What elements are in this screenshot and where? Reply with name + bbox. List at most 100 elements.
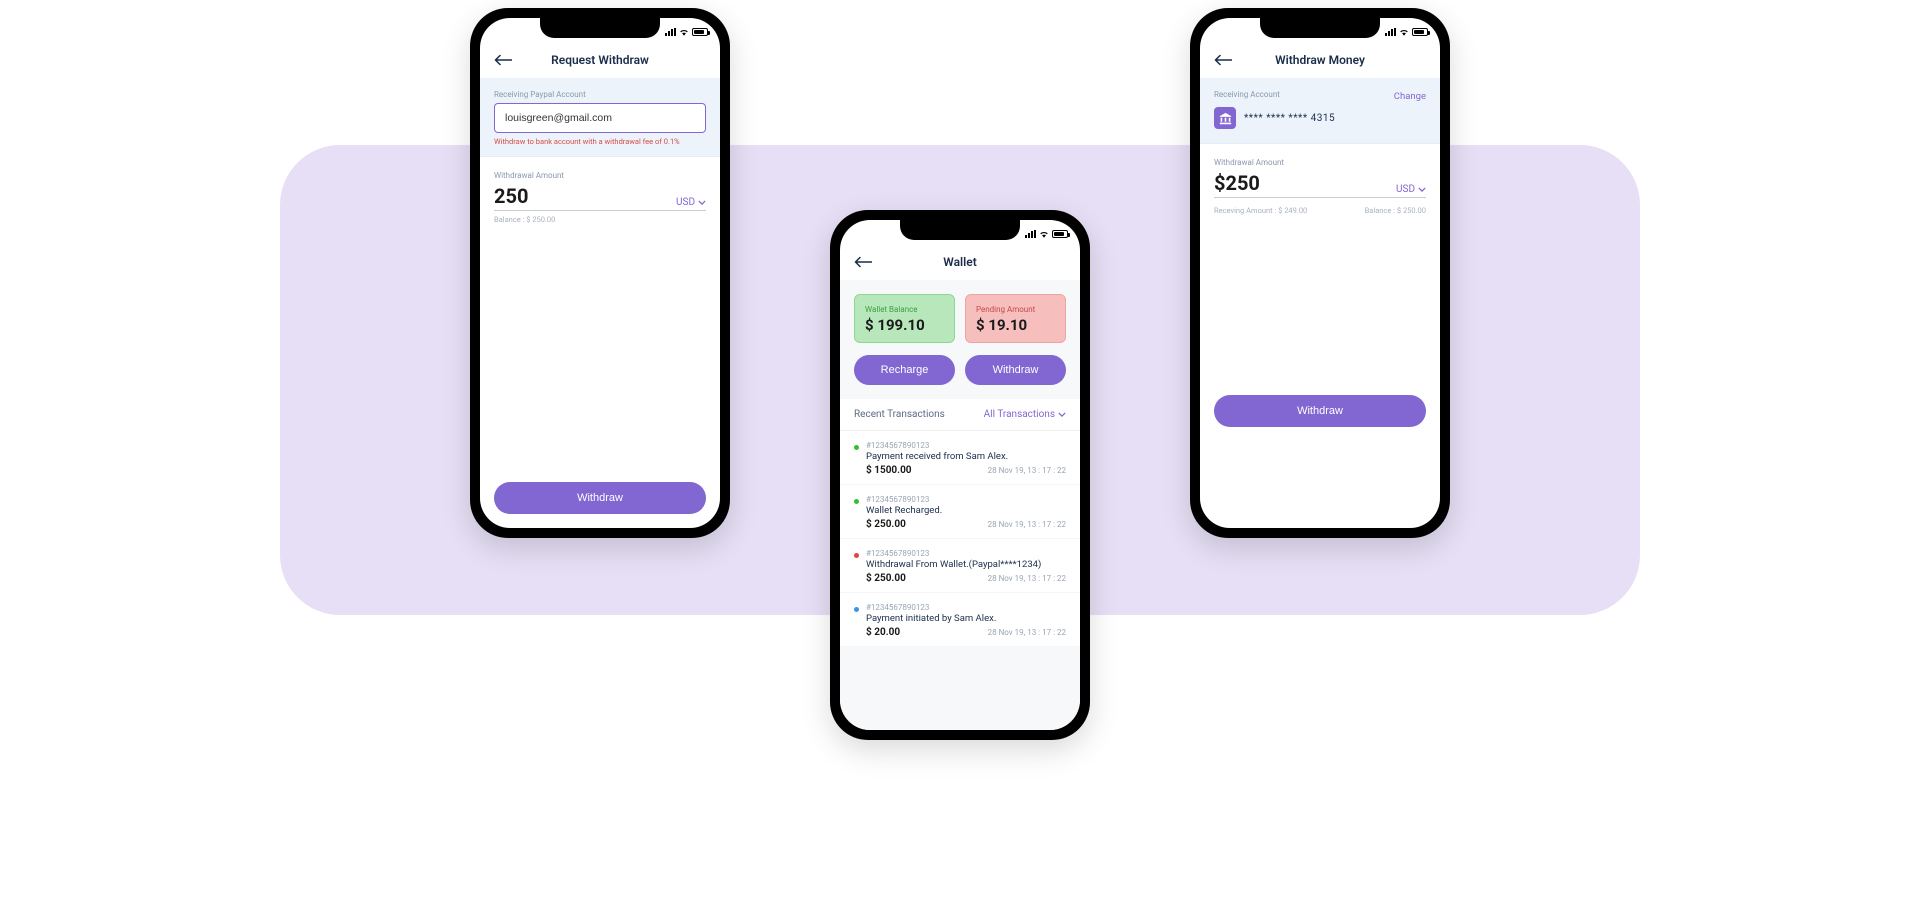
withdraw-button[interactable]: Withdraw bbox=[965, 355, 1066, 385]
amount-label: Withdrawal Amount bbox=[494, 171, 706, 180]
bank-icon bbox=[1214, 107, 1236, 129]
chevron-down-icon bbox=[698, 200, 706, 205]
status-dot bbox=[854, 607, 859, 612]
transaction-desc: Payment initiated by Sam Alex. bbox=[866, 613, 1066, 624]
sub-notes: Receving Amount : $ 249.00 Balance : $ 2… bbox=[1214, 202, 1426, 215]
status-dot bbox=[854, 553, 859, 558]
page-title: Withdraw Money bbox=[1275, 53, 1365, 67]
battery-icon bbox=[1412, 28, 1428, 36]
screen-withdraw-money: Withdraw Money Receiving Account Change … bbox=[1200, 18, 1440, 528]
recent-title: Recent Transactions bbox=[854, 409, 945, 420]
wifi-icon bbox=[1039, 230, 1049, 238]
transaction-date: 28 Nov 19, 13 : 17 : 22 bbox=[988, 466, 1066, 475]
phone-withdraw-money: Withdraw Money Receiving Account Change … bbox=[1190, 8, 1450, 538]
transaction-date: 28 Nov 19, 13 : 17 : 22 bbox=[988, 520, 1066, 529]
signal-icon bbox=[1385, 28, 1396, 36]
notch bbox=[900, 220, 1020, 240]
action-buttons: Recharge Withdraw bbox=[840, 343, 1080, 397]
account-row[interactable]: **** **** **** 4315 bbox=[1214, 107, 1426, 129]
currency-label: USD bbox=[676, 197, 695, 208]
transaction-amount: $ 1500.00 bbox=[866, 465, 912, 476]
balance-value: $ 199.10 bbox=[865, 316, 944, 334]
withdraw-button[interactable]: Withdraw bbox=[494, 482, 706, 514]
phones-container: Request Withdraw Receiving Paypal Accoun… bbox=[0, 0, 1920, 906]
transactions-section: Recent Transactions All Transactions #12… bbox=[840, 399, 1080, 647]
receiving-section: Receiving Account Change **** **** **** … bbox=[1200, 78, 1440, 144]
header: Request Withdraw bbox=[480, 46, 720, 78]
currency-label: USD bbox=[1396, 184, 1415, 195]
balance-note: Balance : $ 250.00 bbox=[494, 215, 706, 224]
wifi-icon bbox=[1399, 28, 1409, 36]
transaction-date: 28 Nov 19, 13 : 17 : 22 bbox=[988, 574, 1066, 583]
transactions-list: #1234567890123 Payment received from Sam… bbox=[840, 431, 1080, 647]
wifi-icon bbox=[679, 28, 689, 36]
screen-request-withdraw: Request Withdraw Receiving Paypal Accoun… bbox=[480, 18, 720, 528]
transaction-date: 28 Nov 19, 13 : 17 : 22 bbox=[988, 628, 1066, 637]
phone-request-withdraw: Request Withdraw Receiving Paypal Accoun… bbox=[470, 8, 730, 538]
transaction-amount: $ 250.00 bbox=[866, 519, 906, 530]
pending-label: Pending Amount bbox=[976, 305, 1055, 314]
back-icon[interactable] bbox=[1214, 54, 1232, 66]
header: Wallet bbox=[840, 248, 1080, 280]
withdraw-button[interactable]: Withdraw bbox=[1214, 395, 1426, 427]
amount-label: Withdrawal Amount bbox=[1214, 158, 1426, 167]
recharge-button[interactable]: Recharge bbox=[854, 355, 955, 385]
page-title: Wallet bbox=[943, 255, 977, 269]
transaction-id: #1234567890123 bbox=[866, 603, 1066, 612]
amount-row: $250 USD bbox=[1214, 171, 1426, 198]
amount-section: Withdrawal Amount 250 USD Balance : $ 25… bbox=[480, 157, 720, 482]
amount-section: Withdrawal Amount $250 USD Receving Amou… bbox=[1200, 144, 1440, 441]
transaction-desc: Payment received from Sam Alex. bbox=[866, 451, 1066, 462]
chevron-down-icon bbox=[1058, 412, 1066, 417]
wallet-balance-card: Wallet Balance $ 199.10 bbox=[854, 294, 955, 343]
chevron-down-icon bbox=[1418, 187, 1426, 192]
filter-label: All Transactions bbox=[984, 409, 1055, 420]
notch bbox=[540, 18, 660, 38]
phone-wallet: Wallet Wallet Balance $ 199.10 Pending A… bbox=[830, 210, 1090, 740]
amount-row: 250 USD bbox=[494, 184, 706, 211]
status-dot bbox=[854, 445, 859, 450]
screen-wallet: Wallet Wallet Balance $ 199.10 Pending A… bbox=[840, 220, 1080, 730]
transaction-id: #1234567890123 bbox=[866, 441, 1066, 450]
account-number: **** **** **** 4315 bbox=[1244, 113, 1335, 124]
transaction-item[interactable]: #1234567890123 Wallet Recharged. $ 250.0… bbox=[840, 485, 1080, 539]
receiving-label: Receiving Account bbox=[1214, 90, 1280, 99]
pending-value: $ 19.10 bbox=[976, 316, 1055, 334]
battery-icon bbox=[692, 28, 708, 36]
amount-value[interactable]: $250 bbox=[1214, 171, 1260, 195]
signal-icon bbox=[665, 28, 676, 36]
balance-label: Wallet Balance bbox=[865, 305, 944, 314]
change-link[interactable]: Change bbox=[1394, 91, 1426, 102]
currency-selector[interactable]: USD bbox=[1396, 184, 1426, 195]
amount-value[interactable]: 250 bbox=[494, 184, 528, 208]
pending-amount-card: Pending Amount $ 19.10 bbox=[965, 294, 1066, 343]
signal-icon bbox=[1025, 230, 1036, 238]
receiving-section: Receiving Paypal Account Withdraw to ban… bbox=[480, 78, 720, 157]
transaction-item[interactable]: #1234567890123 Payment initiated by Sam … bbox=[840, 593, 1080, 647]
balance-note: Balance : $ 250.00 bbox=[1365, 206, 1426, 215]
receiving-label: Receiving Paypal Account bbox=[494, 90, 706, 99]
receiving-note: Receving Amount : $ 249.00 bbox=[1214, 206, 1307, 215]
back-icon[interactable] bbox=[854, 256, 872, 268]
transactions-filter[interactable]: All Transactions bbox=[984, 409, 1066, 420]
back-icon[interactable] bbox=[494, 54, 512, 66]
transaction-item[interactable]: #1234567890123 Payment received from Sam… bbox=[840, 431, 1080, 485]
status-dot bbox=[854, 499, 859, 504]
balance-cards: Wallet Balance $ 199.10 Pending Amount $… bbox=[840, 280, 1080, 343]
paypal-email-input[interactable] bbox=[494, 103, 706, 133]
header: Withdraw Money bbox=[1200, 46, 1440, 78]
notch bbox=[1260, 18, 1380, 38]
transaction-id: #1234567890123 bbox=[866, 495, 1066, 504]
transaction-amount: $ 20.00 bbox=[866, 627, 900, 638]
wallet-content: Wallet Balance $ 199.10 Pending Amount $… bbox=[840, 280, 1080, 730]
battery-icon bbox=[1052, 230, 1068, 238]
currency-selector[interactable]: USD bbox=[676, 197, 706, 208]
transaction-desc: Withdrawal From Wallet.(Paypal****1234) bbox=[866, 559, 1066, 570]
transaction-item[interactable]: #1234567890123 Withdrawal From Wallet.(P… bbox=[840, 539, 1080, 593]
page-title: Request Withdraw bbox=[551, 53, 649, 67]
transaction-desc: Wallet Recharged. bbox=[866, 505, 1066, 516]
transactions-header: Recent Transactions All Transactions bbox=[840, 399, 1080, 431]
transaction-id: #1234567890123 bbox=[866, 549, 1066, 558]
fee-note: Withdraw to bank account with a withdraw… bbox=[494, 137, 706, 146]
transaction-amount: $ 250.00 bbox=[866, 573, 906, 584]
